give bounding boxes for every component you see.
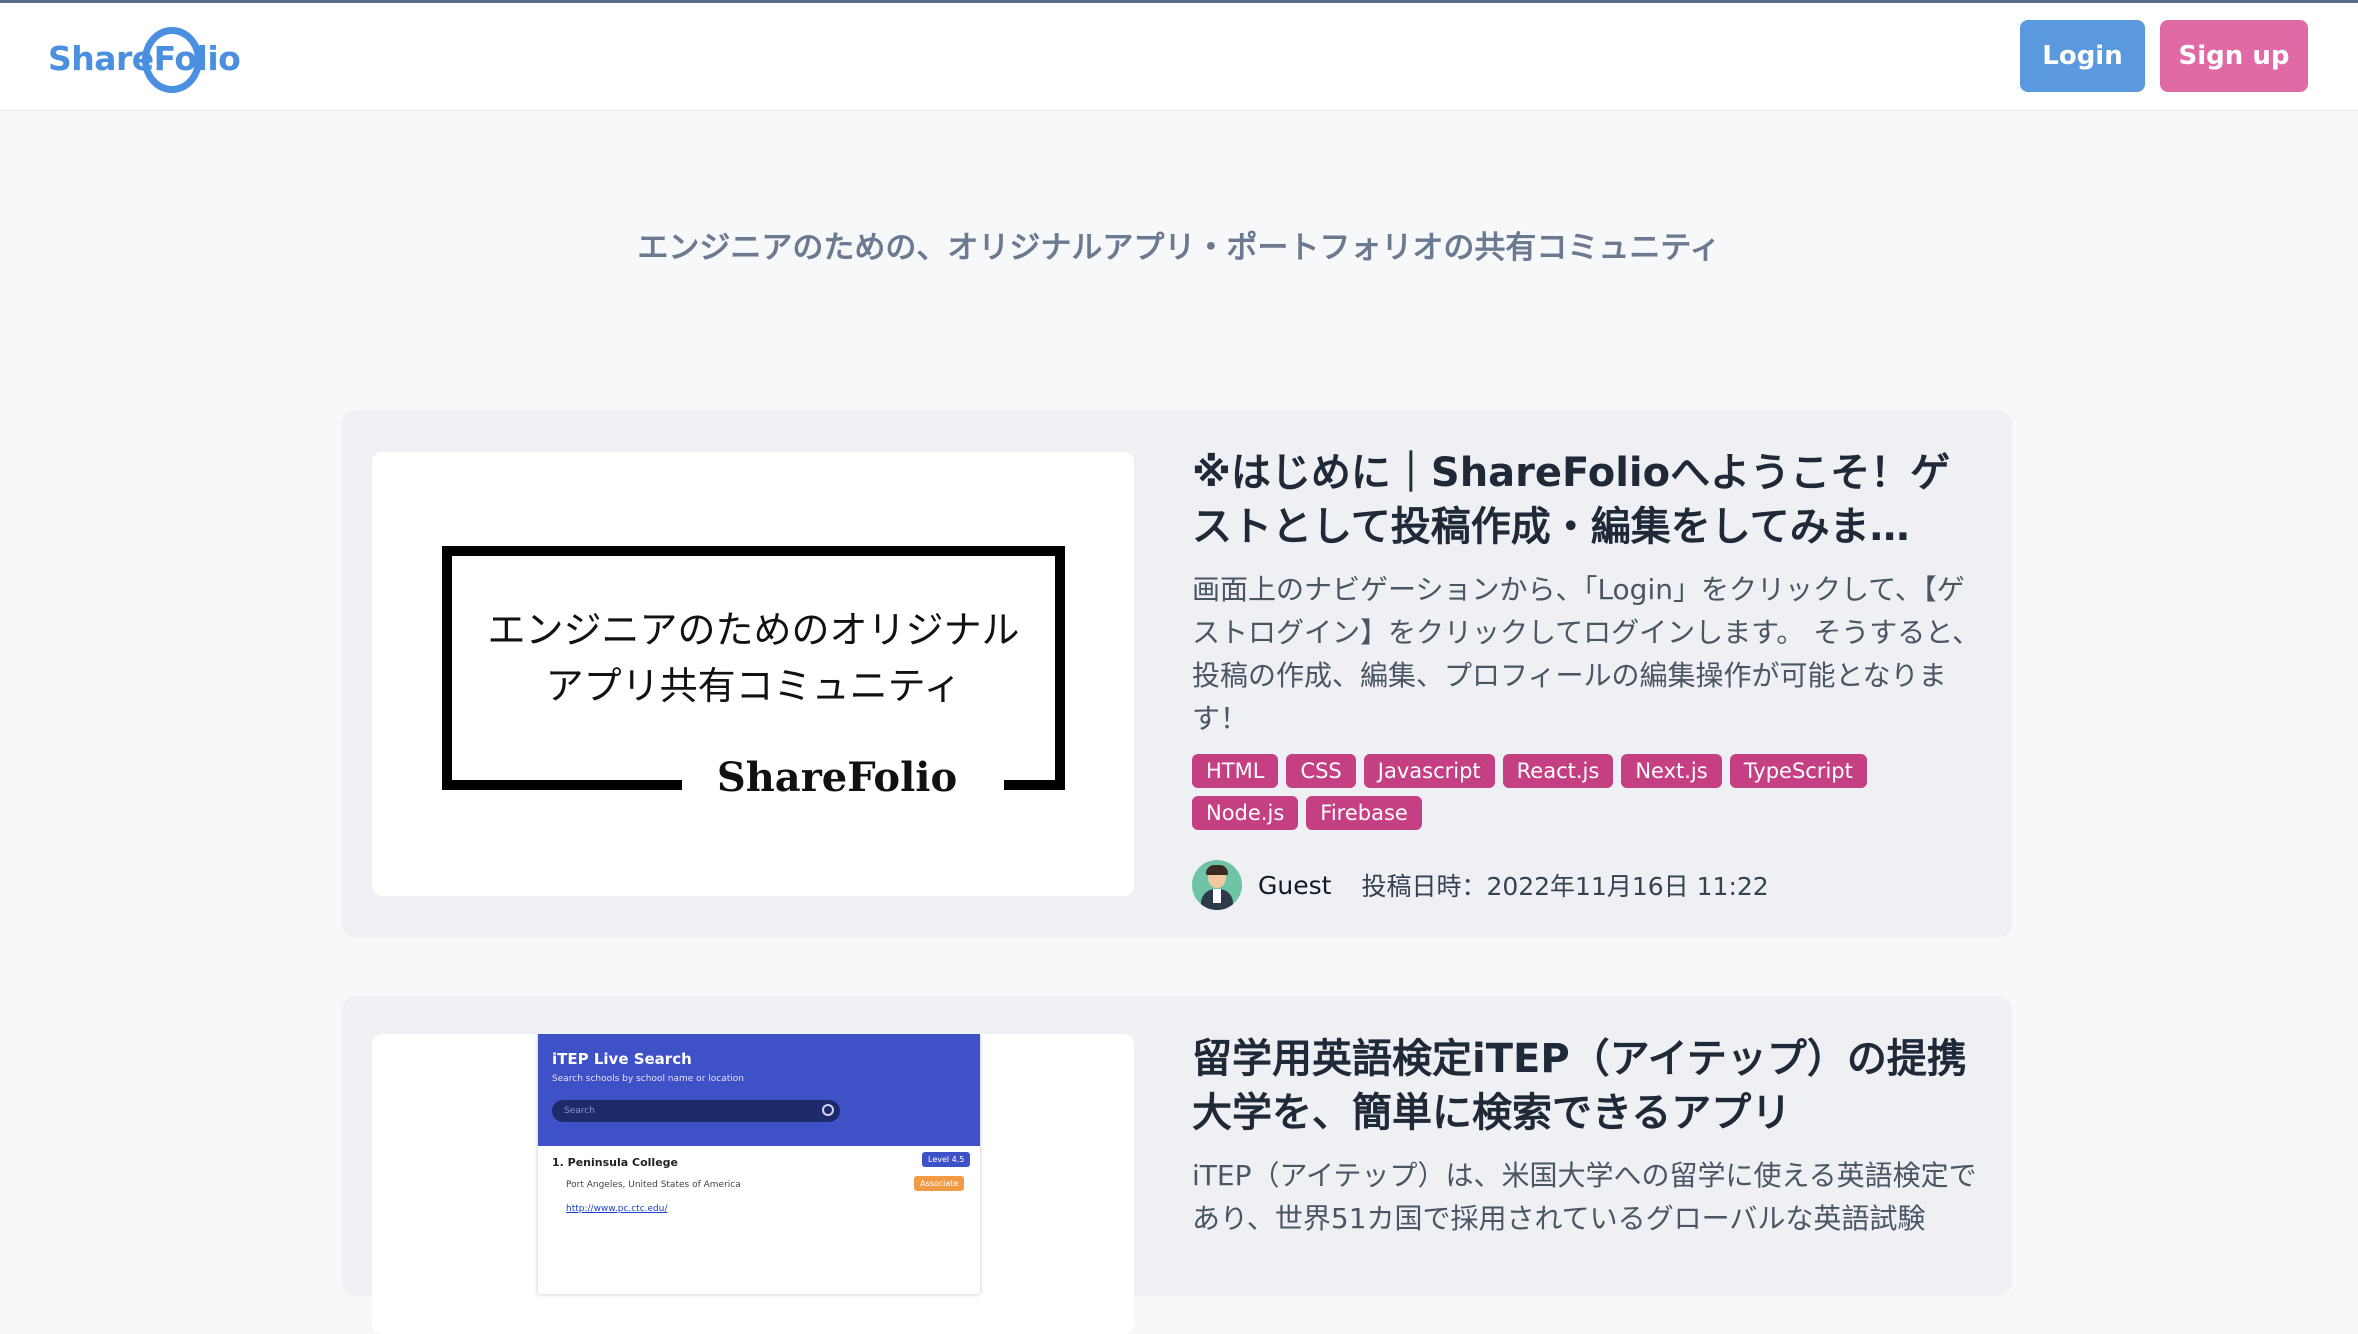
tag[interactable]: Node.js: [1192, 796, 1299, 830]
app-result-link: http://www.pc.ctc.edu/: [566, 1204, 668, 1214]
app-title: iTEP Live Search: [552, 1050, 692, 1068]
tag[interactable]: React.js: [1502, 754, 1614, 788]
post-content: 留学用英語検定iTEP（アイテップ）の提携大学を、簡単に検索できるアプリ iTE…: [1192, 1032, 1982, 1240]
post-title[interactable]: ※はじめに｜ShareFolioへようこそ！ゲストとして投稿作成・編集をしてみま…: [1192, 446, 1982, 554]
app-result-location: Port Angeles, United States of America: [566, 1180, 741, 1190]
tag[interactable]: Next.js: [1621, 754, 1722, 788]
logo[interactable]: ShareFolio: [46, 25, 241, 95]
logo-text: ShareFolio: [48, 39, 241, 78]
app-screenshot: iTEP Live Search Search schools by schoo…: [538, 1034, 980, 1294]
signup-button[interactable]: Sign up: [2160, 20, 2308, 92]
navbar: ShareFolio Login Sign up: [0, 3, 2358, 111]
post-thumbnail[interactable]: エンジニアのためのオリジナル アプリ共有コミュニティ ShareFolio: [372, 452, 1134, 896]
tag[interactable]: Javascript: [1363, 754, 1495, 788]
login-button[interactable]: Login: [2020, 20, 2145, 92]
avatar[interactable]: [1192, 860, 1242, 910]
app-badge-level: Level 4.5: [922, 1152, 971, 1167]
post-content: ※はじめに｜ShareFolioへようこそ！ゲストとして投稿作成・編集をしてみま…: [1192, 446, 1982, 910]
app-search-field: Search: [552, 1100, 840, 1122]
thumbnail-caption: エンジニアのためのオリジナル アプリ共有コミュニティ: [487, 608, 1020, 708]
author-name[interactable]: Guest: [1258, 871, 1331, 900]
post-description: 画面上のナビゲーションから、「Login」をクリックして、【ゲストログイン】をク…: [1192, 573, 1981, 735]
post-card[interactable]: エンジニアのためのオリジナル アプリ共有コミュニティ ShareFolio ※は…: [342, 410, 2012, 938]
app-badge-type: Associate: [914, 1176, 965, 1191]
search-icon: [822, 1104, 834, 1116]
post-thumbnail[interactable]: iTEP Live Search Search schools by schoo…: [372, 1034, 1134, 1334]
tag[interactable]: Firebase: [1306, 796, 1422, 830]
tag[interactable]: HTML: [1192, 754, 1279, 788]
tag-list: HTML CSS Javascript React.js Next.js Typ…: [1192, 754, 1952, 830]
post-card[interactable]: iTEP Live Search Search schools by schoo…: [342, 996, 2012, 1334]
tag[interactable]: TypeScript: [1729, 754, 1867, 788]
post-title[interactable]: 留学用英語検定iTEP（アイテップ）の提携大学を、簡単に検索できるアプリ: [1192, 1032, 1982, 1140]
post-description: iTEP（アイテップ）は、米国大学への留学に使える英語検定であり、世界51カ国で…: [1192, 1159, 1977, 1235]
post-date: 投稿日時：2022年11月16日 11:22: [1361, 872, 1769, 901]
thumbnail-brand: ShareFolio: [716, 754, 958, 801]
tag[interactable]: CSS: [1286, 754, 1356, 788]
post-meta: Guest 投稿日時：2022年11月16日 11:22: [1192, 860, 1982, 910]
tagline: エンジニアのための、オリジナルアプリ・ポートフォリオの共有コミュニティ: [637, 230, 1721, 266]
app-subtitle: Search schools by school name or locatio…: [552, 1074, 744, 1084]
app-result-name: 1. Peninsula College: [552, 1156, 678, 1169]
